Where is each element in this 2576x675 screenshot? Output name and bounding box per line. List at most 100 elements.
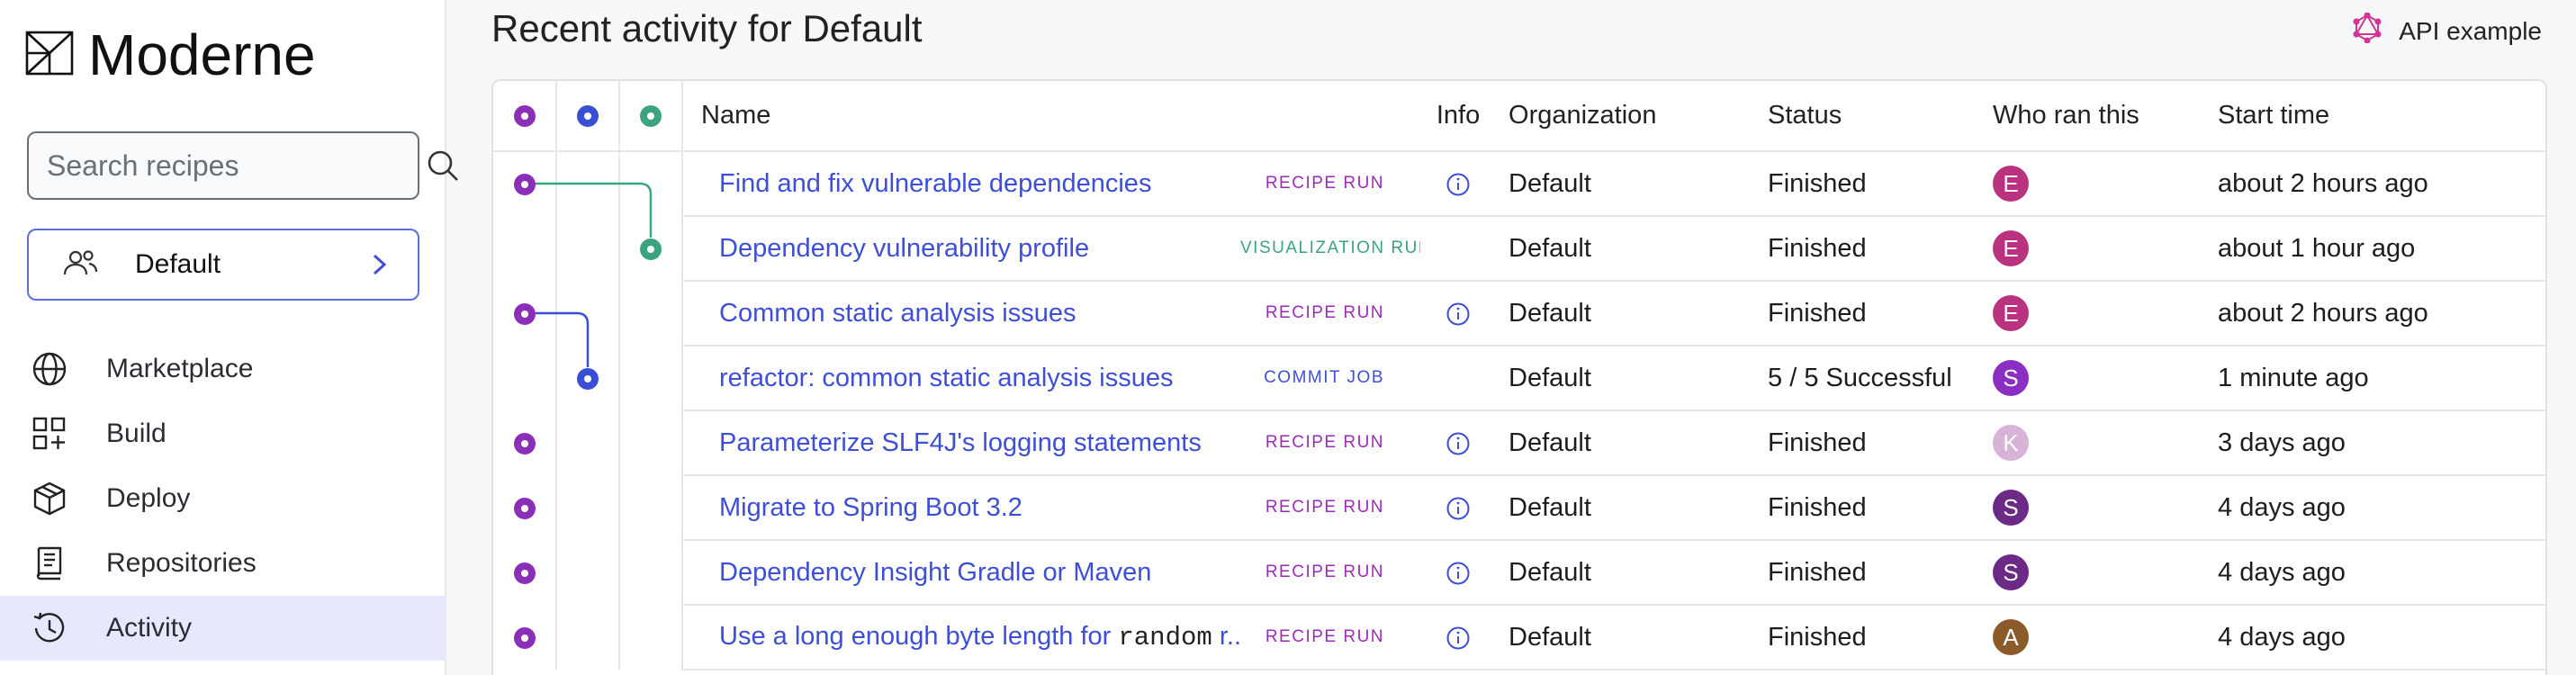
activity-name-link[interactable]: Use a long enough byte length for random… [719,622,1240,652]
organization-cell: Default [1496,605,1769,670]
activity-name-cell: refactor: common static analysis issues [682,346,1240,411]
info-cell [1420,540,1497,606]
info-icon[interactable] [1446,299,1471,328]
activity-name-cell: Parameterize SLF4J's logging statements [682,410,1240,476]
recipe-run-dot-icon [513,626,536,649]
sidebar-item-label: Marketplace [106,354,254,383]
activity-type-badge: COMMIT JOB [1240,346,1421,411]
graph-lane-cell [619,346,683,410]
avatar[interactable]: E [1993,166,2030,202]
search-icon[interactable] [425,148,461,184]
avatar[interactable]: E [1993,295,2030,331]
who-ran-this-cell: E [1993,151,2219,217]
activity-type-badge: RECIPE RUN [1240,605,1421,670]
filter-commit-job-column[interactable] [556,81,620,152]
recipe-run-dot-icon [513,497,536,519]
activity-name-link[interactable]: Parameterize SLF4J's logging statements [719,428,1202,457]
sidebar-item-build[interactable]: Build [0,401,446,466]
column-header-status[interactable]: Status [1768,81,1994,152]
info-icon[interactable] [1446,558,1471,587]
start-time-cell: 4 days ago [2218,605,2545,670]
sidebar-item-deploy[interactable]: Deploy [0,466,446,531]
column-header-who-ran-this[interactable]: Who ran this [1993,81,2219,152]
package-icon [31,480,68,518]
avatar[interactable]: E [1993,230,2030,266]
activity-name-link[interactable]: Dependency Insight Gradle or Maven [719,558,1151,587]
table-row[interactable]: Common static analysis issues RECIPE RUN D… [493,281,2545,346]
table-row[interactable]: Dependency vulnerability profile VISUALIZ… [493,216,2545,282]
table-row[interactable]: Parameterize SLF4J's logging statements R… [493,410,2545,476]
start-time-cell: 4 days ago [2218,540,2545,606]
info-cell [1420,151,1497,217]
graph-lane-cell [619,281,683,346]
graph-lane-cell [493,475,557,540]
organization-cell: Default [1496,346,1769,411]
column-header-info[interactable]: Info [1420,81,1497,152]
sidebar-item-label: Activity [106,613,193,643]
avatar[interactable]: S [1993,360,2030,396]
build-grid-icon [31,415,68,453]
graph-lane-cell [556,216,620,281]
recipe-run-dot-icon [513,562,536,584]
recipe-run-dot-icon [513,174,536,196]
sidebar-item-marketplace[interactable]: Marketplace [0,337,446,401]
activity-name-link[interactable]: Dependency vulnerability profile [719,234,1089,263]
graph-lane-cell [619,540,683,605]
start-time-cell: 1 minute ago [2218,346,2545,411]
column-header-start-time[interactable]: Start time [2218,81,2545,152]
avatar[interactable]: K [1993,425,2030,461]
graph-lane-cell [556,346,620,410]
activity-name-link[interactable]: refactor: common static analysis issues [719,364,1173,392]
graph-lane-cell [556,605,620,670]
table-row[interactable]: Migrate to Spring Boot 3.2 RECIPE RUN Defa… [493,475,2545,541]
filter-recipe-run-column[interactable] [493,81,557,152]
who-ran-this-cell: S [1993,540,2219,606]
info-icon[interactable] [1446,428,1471,457]
sidebar-item-label: Repositories [106,548,257,578]
sidebar-item-activity[interactable]: Activity [0,596,446,661]
who-ran-this-cell: K [1993,410,2219,476]
activity-table: Name Info Organization Status Who ran this St… [491,79,2547,675]
column-header-name[interactable]: Name [682,81,1421,152]
moderne-logo-icon [25,29,74,82]
filter-visualization-run-column[interactable] [619,81,683,152]
start-time-cell: about 2 hours ago [2218,151,2545,217]
status-cell: 5 / 5 Successful [1768,346,1994,411]
api-example-link[interactable]: API example [2352,12,2542,50]
recipe-run-dot-icon [513,105,536,128]
organization-cell: Default [1496,216,1769,282]
organization-cell: Default [1496,151,1769,217]
avatar[interactable]: A [1993,619,2030,655]
sidebar-nav: Marketplace Build Deploy Repositories Ac… [0,337,446,661]
search-input[interactable] [47,148,425,183]
organization-cell: Default [1496,281,1769,346]
status-cell: Finished [1768,540,1994,606]
organization-selector-button[interactable]: Default [27,229,419,301]
brand-logo[interactable]: Moderne [25,22,316,88]
table-row[interactable]: Use a long enough byte length for random… [493,605,2545,670]
table-row[interactable]: Find and fix vulnerable dependencies RECI… [493,151,2545,217]
activity-name-code: random [1118,623,1212,652]
info-icon[interactable] [1446,493,1471,522]
activity-name-link[interactable]: Find and fix vulnerable dependencies [719,169,1151,198]
column-header-organization[interactable]: Organization [1496,81,1769,152]
who-ran-this-cell: E [1993,281,2219,346]
table-row[interactable]: refactor: common static analysis issues C… [493,346,2545,411]
graph-lane-cell [619,151,683,216]
avatar[interactable]: S [1993,554,2030,590]
table-row[interactable]: Dependency Insight Gradle or Maven RECIPE… [493,540,2545,606]
info-icon[interactable] [1446,169,1471,198]
start-time-cell: 4 days ago [2218,475,2545,541]
users-icon [61,246,99,284]
commit-job-dot-icon [577,105,599,128]
avatar[interactable]: S [1993,490,2030,526]
start-time-cell: about 2 hours ago [2218,281,2545,346]
info-cell [1420,216,1497,282]
search-box[interactable] [27,131,458,200]
repository-icon [31,544,68,582]
activity-name-link[interactable]: Common static analysis issues [719,299,1076,328]
activity-name-link[interactable]: Migrate to Spring Boot 3.2 [719,493,1022,522]
info-icon[interactable] [1446,623,1471,652]
graph-lane-cell [619,475,683,540]
sidebar-item-repositories[interactable]: Repositories [0,531,446,596]
